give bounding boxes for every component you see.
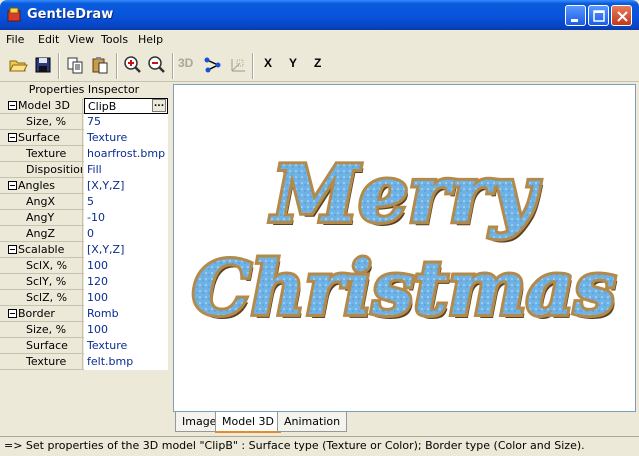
axis-x-button[interactable]: X xyxy=(264,56,272,70)
property-name: SclZ, % xyxy=(0,290,83,306)
text-art: Merry Merry Christmas Christmas xyxy=(189,146,619,336)
title-bar[interactable]: GentleDraw xyxy=(0,0,639,30)
save-icon[interactable] xyxy=(31,53,55,77)
axes-icon[interactable] xyxy=(226,53,250,77)
property-value[interactable]: 100 xyxy=(84,290,168,306)
property-row[interactable]: AngZ 0 xyxy=(0,226,168,242)
window-title: GentleDraw xyxy=(27,7,114,22)
property-name: Disposition xyxy=(0,162,83,178)
property-value[interactable]: Fill xyxy=(84,162,168,178)
3d-button[interactable]: 3D xyxy=(178,56,193,70)
status-bar: => Set properties of the 3D model "ClipB… xyxy=(0,436,639,456)
property-value[interactable]: 75 xyxy=(84,114,168,130)
toolbar-separator xyxy=(252,53,254,79)
property-row[interactable]: SclZ, % 100 xyxy=(0,290,168,306)
property-row[interactable]: Texture hoarfrost.bmp xyxy=(0,146,168,162)
property-name: SclX, % xyxy=(0,258,83,274)
property-value[interactable]: [X,Y,Z] xyxy=(84,178,168,194)
drawing-canvas[interactable]: Merry Merry Christmas Christmas xyxy=(173,84,636,412)
paste-icon[interactable] xyxy=(88,53,112,77)
nodes-icon[interactable] xyxy=(201,53,225,77)
app-icon xyxy=(6,7,22,23)
property-row[interactable]: Surface Texture xyxy=(0,338,168,354)
toolbar-separator xyxy=(116,53,118,79)
property-value[interactable]: Romb xyxy=(84,306,168,322)
axis-y-button[interactable]: Y xyxy=(289,56,297,70)
property-value[interactable]: Texture xyxy=(84,130,168,146)
property-row[interactable]: Scalable [X,Y,Z] xyxy=(0,242,168,258)
property-grid: Model 3D ClipB ... Size, % 75 Surface Te… xyxy=(0,98,168,370)
property-name: Scalable xyxy=(0,242,83,258)
property-row[interactable]: Disposition Fill xyxy=(0,162,168,178)
toolbar-separator xyxy=(58,53,60,79)
property-row[interactable]: Texture felt.bmp xyxy=(0,354,168,370)
property-value[interactable]: Texture xyxy=(84,338,168,354)
property-name: Angles xyxy=(0,178,83,194)
property-value[interactable]: 120 xyxy=(84,274,168,290)
property-row[interactable]: SclY, % 120 xyxy=(0,274,168,290)
menu-bar: File Edit View Tools Help xyxy=(0,30,639,50)
maximize-button[interactable] xyxy=(588,5,609,26)
menu-edit[interactable]: Edit xyxy=(38,33,59,46)
menu-file[interactable]: File xyxy=(6,33,24,46)
properties-inspector: Properties Inspector Model 3D ClipB ... … xyxy=(0,82,168,434)
toolbar: 3D X Y Z xyxy=(0,50,639,82)
property-name: Border xyxy=(0,306,83,322)
property-row[interactable]: SclX, % 100 xyxy=(0,258,168,274)
property-value[interactable]: -10 xyxy=(84,210,168,226)
property-name: Size, % xyxy=(0,322,83,338)
menu-view[interactable]: View xyxy=(68,33,94,46)
menu-help[interactable]: Help xyxy=(138,33,163,46)
property-row[interactable]: Size, % 75 xyxy=(0,114,168,130)
view-tabs: Image Model 3D Animation xyxy=(173,412,636,434)
property-value[interactable]: 0 xyxy=(84,226,168,242)
open-folder-icon[interactable] xyxy=(6,53,30,77)
property-name: Surface xyxy=(0,338,83,354)
property-name: Model 3D xyxy=(0,98,83,114)
property-name: AngZ xyxy=(0,226,83,242)
zoom-in-icon[interactable] xyxy=(121,53,145,77)
property-row[interactable]: Size, % 100 xyxy=(0,322,168,338)
property-name: Texture xyxy=(0,354,83,370)
property-name: AngY xyxy=(0,210,83,226)
property-row[interactable]: Model 3D ClipB ... xyxy=(0,98,168,114)
property-name: SclY, % xyxy=(0,274,83,290)
toolbar-separator xyxy=(172,53,174,79)
property-value[interactable]: felt.bmp xyxy=(84,354,168,370)
property-row[interactable]: AngX 5 xyxy=(0,194,168,210)
property-value[interactable]: [X,Y,Z] xyxy=(84,242,168,258)
property-value[interactable]: 100 xyxy=(84,322,168,338)
axis-z-button[interactable]: Z xyxy=(314,56,321,70)
text-line-merry: Merry xyxy=(269,149,540,240)
property-row[interactable]: Border Romb xyxy=(0,306,168,322)
property-value[interactable]: hoarfrost.bmp xyxy=(84,146,168,162)
property-name: Surface xyxy=(0,130,83,146)
text-line-christmas: Christmas xyxy=(192,246,616,332)
property-row[interactable]: AngY -10 xyxy=(0,210,168,226)
property-value[interactable]: 100 xyxy=(84,258,168,274)
zoom-out-icon[interactable] xyxy=(145,53,169,77)
minimize-button[interactable] xyxy=(565,5,586,26)
property-name: Texture xyxy=(0,146,83,162)
tab-animation[interactable]: Animation xyxy=(277,412,348,432)
ellipsis-button[interactable]: ... xyxy=(152,99,166,112)
property-row[interactable]: Angles [X,Y,Z] xyxy=(0,178,168,194)
menu-tools[interactable]: Tools xyxy=(101,33,128,46)
tab-model-3d[interactable]: Model 3D xyxy=(215,412,281,433)
copy-icon[interactable] xyxy=(63,53,87,77)
close-button[interactable] xyxy=(611,5,632,26)
inspector-title: Properties Inspector xyxy=(28,83,140,96)
property-row[interactable]: Surface Texture xyxy=(0,130,168,146)
property-name: AngX xyxy=(0,194,83,210)
property-name: Size, % xyxy=(0,114,83,130)
property-value[interactable]: 5 xyxy=(84,194,168,210)
